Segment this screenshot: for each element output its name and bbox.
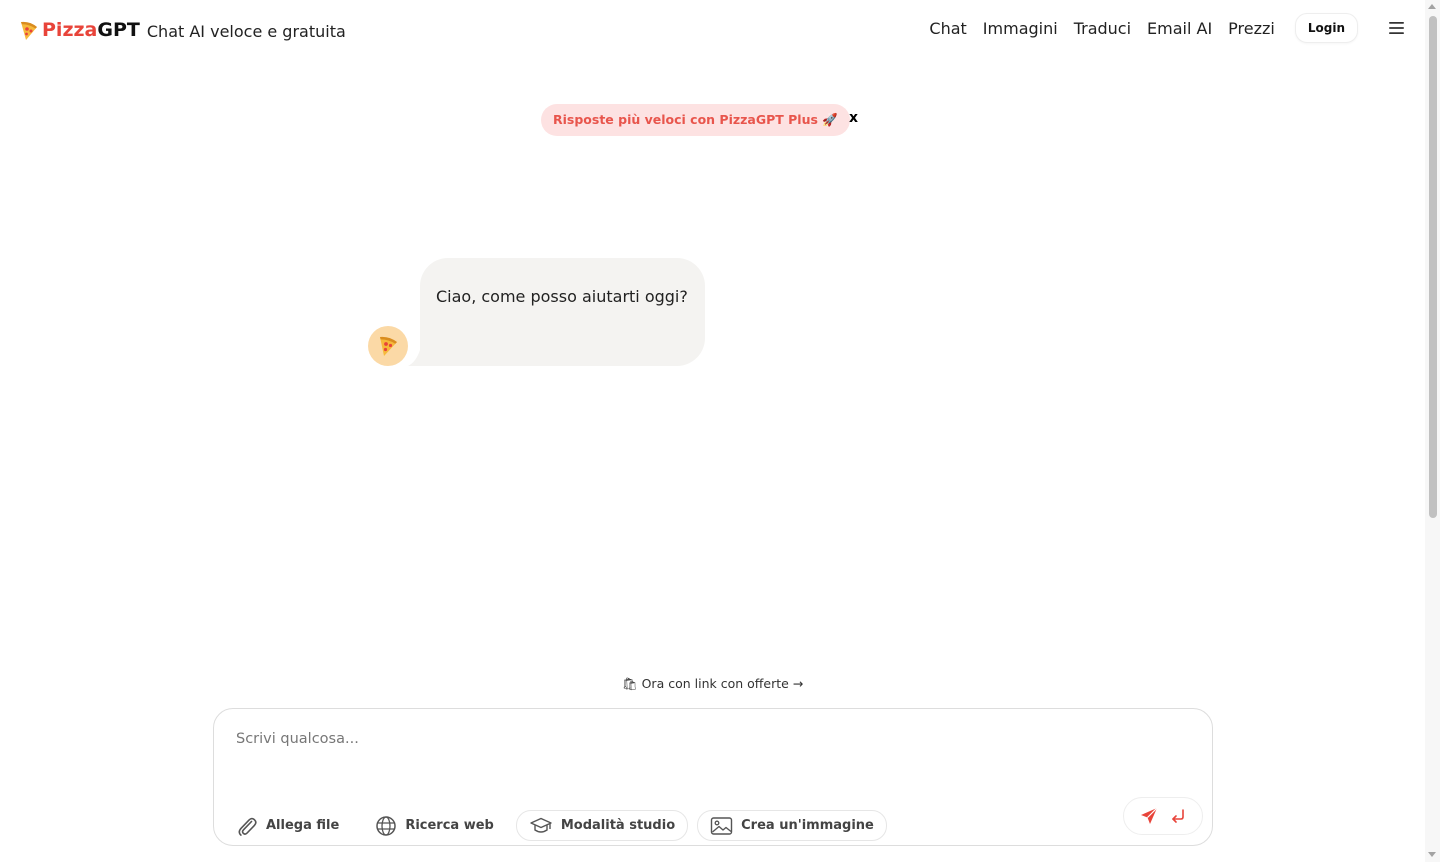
assistant-message-bubble: Ciao, come posso aiutarti oggi? [420,258,705,366]
message-input[interactable] [236,731,1186,771]
top-nav: Chat Immagini Traduci Email AI Prezzi Lo… [929,13,1425,43]
globe-icon [376,815,397,836]
paperclip-icon [238,817,257,836]
pizza-slice-icon [21,21,37,40]
attach-file-label: Allega file [266,818,340,833]
header: Pizza GPT Chat AI veloce e gratuita Chat… [0,0,1425,62]
enter-key-icon[interactable] [1169,807,1187,825]
web-search-button[interactable]: Ricerca web [375,810,494,841]
study-mode-button[interactable]: Modalità studio [515,810,689,841]
assistant-avatar [368,326,408,366]
composer-tools: Allega file Ricerca web Modalità studio [236,810,887,841]
nav-link-traduci[interactable]: Traduci [1074,19,1131,38]
create-image-button[interactable]: Crea un'immagine [697,810,887,841]
promo-close-button[interactable]: x [849,110,858,126]
offer-link-text[interactable]: 🛍 Ora con link con offerte → [622,676,804,691]
promo-banner[interactable]: Risposte più veloci con PizzaGPT Plus 🚀 [541,104,850,136]
scroll-down-arrow-icon[interactable] [1428,852,1436,857]
page-scrollbar[interactable] [1425,0,1440,862]
nav-link-immagini[interactable]: Immagini [983,19,1058,38]
pizza-icon [380,336,397,356]
assistant-message-text: Ciao, come posso aiutarti oggi? [436,287,688,306]
attach-file-button[interactable]: Allega file [236,810,339,841]
brand-logo[interactable]: Pizza GPT Chat AI veloce e gratuita [18,18,346,42]
offer-link: 🛍 Ora con link con offerte → [0,676,1425,692]
web-search-label: Ricerca web [405,818,494,833]
image-icon [710,816,733,835]
login-button[interactable]: Login [1294,13,1358,43]
send-icon[interactable] [1139,806,1159,826]
study-mode-label: Modalità studio [560,818,676,833]
nav-link-prezzi[interactable]: Prezzi [1228,19,1275,38]
brand-name-gpt: GPT [97,19,140,41]
nav-link-chat[interactable]: Chat [929,19,966,38]
brand-tagline: Chat AI veloce e gratuita [146,22,346,41]
hamburger-menu-icon[interactable] [1388,21,1406,35]
send-controls [1123,797,1203,835]
nav-link-email-ai[interactable]: Email AI [1147,19,1212,38]
brand-name-pizza: Pizza [42,19,98,41]
scroll-up-arrow-icon[interactable] [1428,4,1436,9]
create-image-label: Crea un'immagine [741,818,874,833]
graduation-cap-icon [530,817,552,833]
scrollbar-thumb[interactable] [1429,16,1437,518]
message-composer: Allega file Ricerca web Modalità studio [213,708,1213,846]
